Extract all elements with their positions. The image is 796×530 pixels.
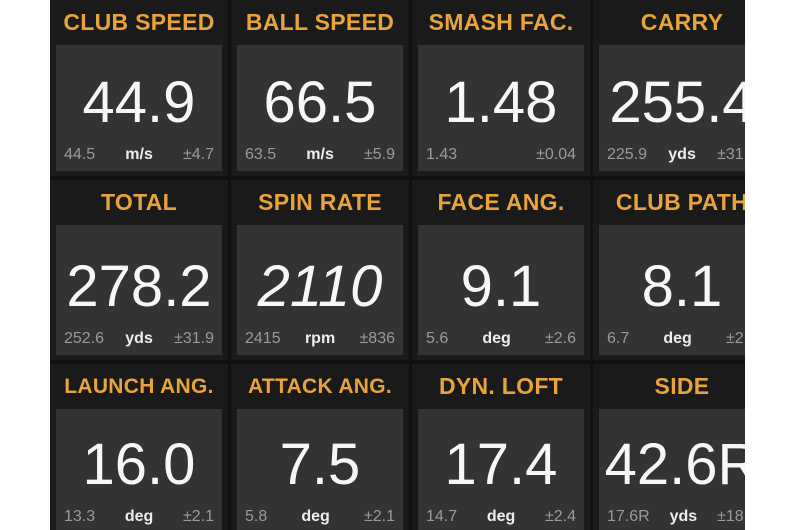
metric-value: 1.48 (444, 70, 558, 135)
metric-footer: 17.6R yds ±18.5 (599, 508, 745, 530)
metric-body: 16.0 13.3 deg ±2.1 (56, 409, 222, 530)
metric-tile-total[interactable]: TOTAL 278.2 252.6 yds ±31.9 (50, 180, 228, 360)
metric-tile-smash-fac[interactable]: SMASH FAC. 1.48 1.43 ±0.04 (412, 0, 590, 176)
metric-average: 252.6 (64, 330, 105, 347)
metric-footer: 2415 rpm ±836 (237, 330, 403, 355)
metric-unit: deg (124, 508, 154, 525)
metric-deviation: ±836 (359, 330, 395, 347)
metric-footer: 14.7 deg ±2.4 (418, 508, 584, 530)
metric-value: 9.1 (460, 254, 542, 319)
metric-average: 6.7 (607, 330, 630, 347)
metric-value: 278.2 (66, 254, 212, 319)
metric-tile-carry[interactable]: CARRY 255.4 225.9 yds ±31.4 (593, 0, 745, 176)
metric-footer: 5.8 deg ±2.1 (237, 508, 403, 530)
metric-unit: deg (486, 508, 516, 525)
metric-footer: 225.9 yds ±31.4 (599, 146, 745, 171)
metric-unit: rpm (304, 330, 336, 347)
metric-deviation: ±31.9 (174, 330, 214, 347)
metric-average: 17.6R (607, 508, 650, 525)
metric-title: DYN. LOFT (412, 364, 590, 409)
metric-body: 1.48 1.43 ±0.04 (418, 45, 584, 171)
metric-average: 5.6 (426, 330, 449, 347)
metric-title: FACE ANG. (412, 180, 590, 225)
metric-average: 225.9 (607, 146, 648, 163)
metric-title: SIDE (593, 364, 745, 409)
metric-tile-club-speed[interactable]: CLUB SPEED 44.9 44.5 m/s ±4.7 (50, 0, 228, 176)
metric-tile-face-ang[interactable]: FACE ANG. 9.1 5.6 deg ±2.6 (412, 180, 590, 360)
metric-value: 255.4 (609, 70, 745, 135)
metric-footer: 6.7 deg ±2.0 (599, 330, 745, 355)
metric-footer: 44.5 m/s ±4.7 (56, 146, 222, 171)
metric-title: ATTACK ANG. (231, 364, 409, 409)
metric-tile-club-path[interactable]: CLUB PATH 8.1 6.7 deg ±2.0 (593, 180, 745, 360)
metric-average: 1.43 (426, 146, 458, 163)
metric-unit: yds (125, 330, 153, 347)
metric-tile-dyn-loft[interactable]: DYN. LOFT 17.4 14.7 deg ±2.4 (412, 364, 590, 530)
metric-tile-side[interactable]: SIDE 42.6R 17.6R yds ±18.5 (593, 364, 745, 530)
metric-deviation: ±2.6 (544, 330, 576, 347)
metric-unit: deg (482, 330, 511, 347)
metric-footer: 252.6 yds ±31.9 (56, 330, 222, 355)
metric-title: CLUB PATH (593, 180, 745, 225)
metric-body: 255.4 225.9 yds ±31.4 (599, 45, 745, 171)
metric-value: 66.5 (263, 70, 377, 135)
metric-average: 5.8 (245, 508, 268, 525)
metric-title: TOTAL (50, 180, 228, 225)
metric-footer: 5.6 deg ±2.6 (418, 330, 584, 355)
metric-body: 44.9 44.5 m/s ±4.7 (56, 45, 222, 171)
metric-average: 13.3 (64, 508, 96, 525)
metric-deviation: ±5.9 (363, 146, 395, 163)
metric-footer: 1.43 ±0.04 (418, 146, 584, 171)
metric-value: 16.0 (82, 432, 196, 497)
metric-value: 44.9 (82, 70, 196, 135)
metric-title: CARRY (593, 0, 745, 45)
metrics-board: CLUB SPEED 44.9 44.5 m/s ±4.7 BALL SPEED 66.5 6… (50, 0, 745, 530)
metric-deviation: ±2.1 (363, 508, 395, 525)
metric-deviation: ±2.0 (725, 330, 745, 347)
metric-deviation: ±31.4 (717, 146, 745, 163)
metric-deviation: ±4.7 (182, 146, 214, 163)
metric-body: 9.1 5.6 deg ±2.6 (418, 225, 584, 355)
metric-value: 42.6R (604, 432, 745, 497)
metric-body: 8.1 6.7 deg ±2.0 (599, 225, 745, 355)
metric-deviation: ±18.5 (717, 508, 745, 525)
metric-tile-attack-ang[interactable]: ATTACK ANG. 7.5 5.8 deg ±2.1 (231, 364, 409, 530)
metric-body: 66.5 63.5 m/s ±5.9 (237, 45, 403, 171)
metric-deviation: ±0.04 (536, 146, 576, 163)
metric-unit: m/s (306, 146, 334, 163)
metric-average: 2415 (245, 330, 281, 347)
metric-tile-spin-rate[interactable]: SPIN RATE 2110 2415 rpm ±836 (231, 180, 409, 360)
metric-footer: 63.5 m/s ±5.9 (237, 146, 403, 171)
metric-title: LAUNCH ANG. (50, 364, 228, 409)
metric-value: 7.5 (279, 432, 361, 497)
metric-deviation: ±2.4 (544, 508, 576, 525)
metric-body: 7.5 5.8 deg ±2.1 (237, 409, 403, 530)
metric-tile-launch-ang[interactable]: LAUNCH ANG. 16.0 13.3 deg ±2.1 (50, 364, 228, 530)
metric-body: 2110 2415 rpm ±836 (237, 225, 403, 355)
metric-footer: 13.3 deg ±2.1 (56, 508, 222, 530)
metric-body: 17.4 14.7 deg ±2.4 (418, 409, 584, 530)
metric-average: 63.5 (245, 146, 277, 163)
metric-title: SPIN RATE (231, 180, 409, 225)
metric-body: 278.2 252.6 yds ±31.9 (56, 225, 222, 355)
metric-average: 44.5 (64, 146, 96, 163)
metric-title: BALL SPEED (231, 0, 409, 45)
metric-deviation: ±2.1 (182, 508, 214, 525)
metric-value: 17.4 (444, 432, 558, 497)
metric-unit: yds (668, 146, 696, 163)
metric-unit: deg (663, 330, 692, 347)
metric-tile-ball-speed[interactable]: BALL SPEED 66.5 63.5 m/s ±5.9 (231, 0, 409, 176)
metric-value: 2110 (257, 254, 383, 319)
metrics-grid: CLUB SPEED 44.9 44.5 m/s ±4.7 BALL SPEED 66.5 6… (50, 0, 745, 530)
metric-value: 8.1 (641, 254, 723, 319)
metric-title: CLUB SPEED (50, 0, 228, 45)
metric-body: 42.6R 17.6R yds ±18.5 (599, 409, 745, 530)
metric-unit: yds (669, 508, 698, 525)
metric-unit: deg (301, 508, 330, 525)
metric-unit: m/s (125, 146, 153, 163)
metric-title: SMASH FAC. (412, 0, 590, 45)
metric-average: 14.7 (426, 508, 458, 525)
